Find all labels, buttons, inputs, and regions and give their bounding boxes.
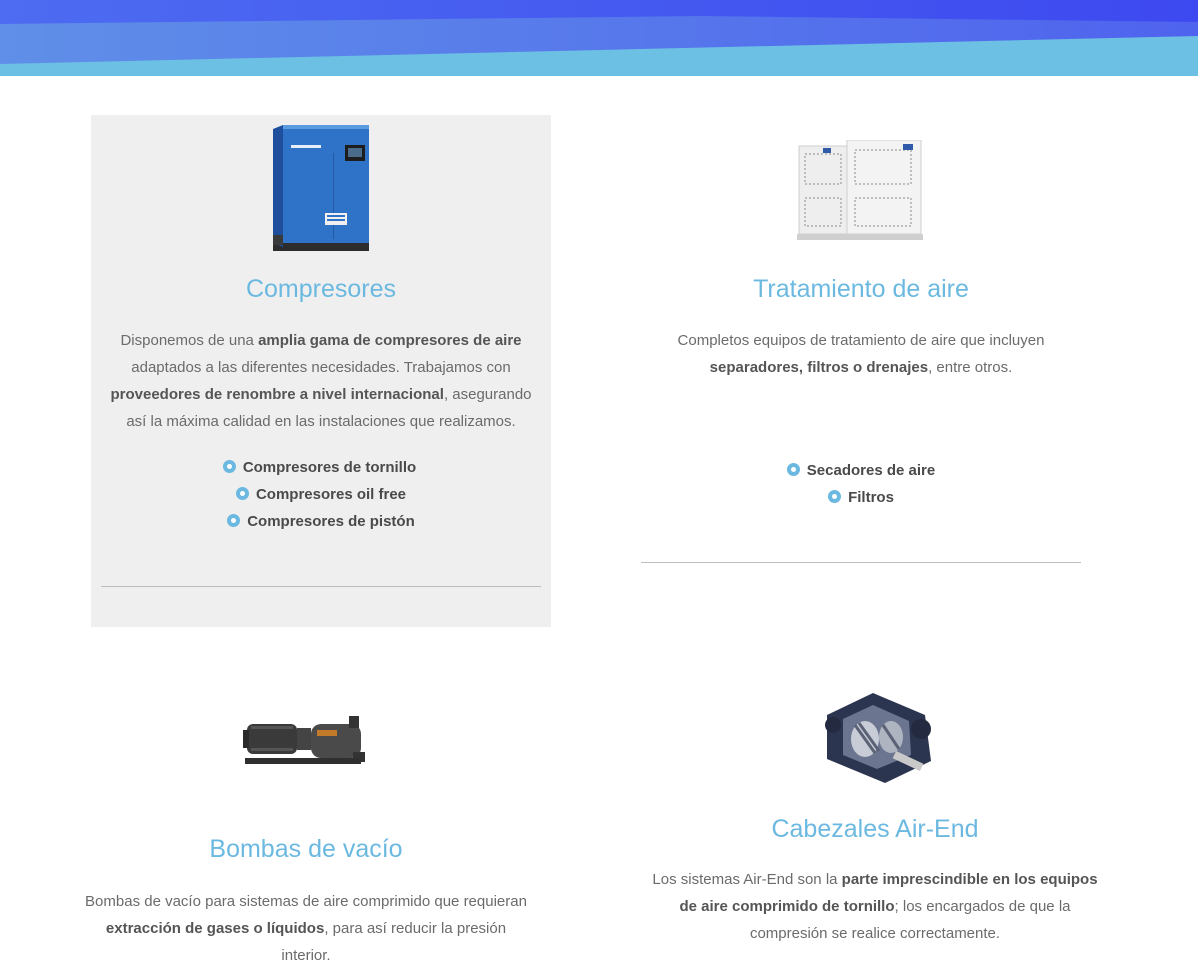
list-item[interactable]: Compresores de pistón [91, 508, 551, 535]
card-description: Disponemos de una amplia gama de compres… [91, 327, 551, 435]
product-card-bombas-de-vacio[interactable]: Bombas de vacío Bombas de vacío para sis… [76, 690, 536, 964]
item-list: Compresores de tornillo Compresores oil … [91, 454, 551, 535]
list-item[interactable]: Filtros [631, 484, 1091, 511]
air-dryer-units-image[interactable] [797, 139, 923, 245]
bullet-icon [222, 460, 236, 473]
highlight-text: separadores, filtros o drenajes [709, 359, 929, 376]
card-title[interactable]: Cabezales Air-End [645, 815, 1105, 844]
card-title[interactable]: Tratamiento de aire [631, 275, 1091, 304]
card-title[interactable]: Bombas de vacío [76, 835, 536, 864]
product-card-cabezales-air-end[interactable]: Cabezales Air-End Los sistemas Air-End s… [645, 675, 1105, 942]
divider [641, 562, 1081, 563]
header-banner [0, 0, 1198, 76]
vacuum-pump-image[interactable] [241, 712, 371, 777]
card-description: Los sistemas Air-End son la parte impres… [645, 866, 1105, 947]
description-text: Completos equipos de tratamiento de aire… [677, 332, 1045, 349]
description-text: , entre otros. [928, 359, 1013, 376]
description-text: adaptados a las diferentes necesidades. … [131, 359, 511, 376]
highlight-text: extracción de gases o líquidos [105, 920, 325, 937]
screw-air-compressor-image[interactable] [269, 125, 373, 260]
bullet-icon [235, 487, 249, 500]
list-item[interactable]: Secadores de aire [631, 457, 1091, 484]
highlight-text: proveedores de renombre a nivel internac… [110, 386, 444, 403]
highlight-text: amplia gama de compresores de aire [258, 332, 522, 349]
air-end-screw-head-image[interactable] [813, 685, 937, 794]
card-description: Completos equipos de tratamiento de aire… [631, 327, 1091, 381]
item-list: Secadores de aire Filtros [631, 457, 1091, 511]
list-item[interactable]: Compresores de tornillo [91, 454, 551, 481]
description-text: Disponemos de una [120, 332, 259, 349]
product-card-compresores[interactable]: Compresores Disponemos de una amplia gam… [91, 115, 551, 627]
list-item[interactable]: Compresores oil free [91, 481, 551, 508]
bullet-icon [227, 514, 241, 527]
divider [101, 586, 541, 587]
card-description: Bombas de vacío para sistemas de aire co… [76, 888, 536, 969]
bullet-icon [786, 463, 800, 476]
card-title[interactable]: Compresores [91, 275, 551, 304]
description-text: Bombas de vacío para sistemas de aire co… [85, 893, 527, 910]
bullet-icon [828, 490, 842, 503]
description-text: Los sistemas Air-End son la [652, 871, 842, 888]
product-card-tratamiento-de-aire[interactable]: Tratamiento de aire Completos equipos de… [631, 115, 1091, 627]
